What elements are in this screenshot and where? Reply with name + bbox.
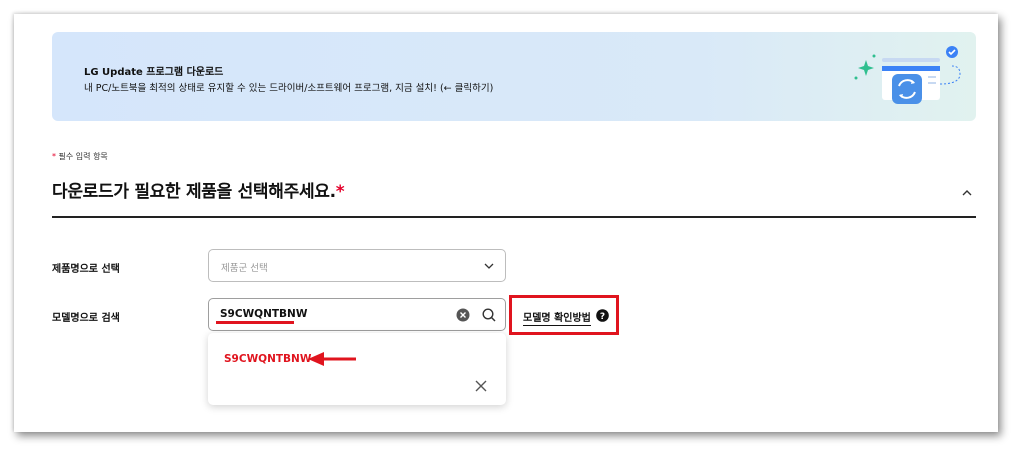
page-frame: LG Update 프로그램 다운로드 내 PC/노트북을 최적의 상태로 유지…: [14, 14, 998, 432]
model-suggestion-dropdown: S9CWQNTBNW: [208, 333, 506, 405]
section-required-mark: *: [335, 182, 345, 202]
search-icon[interactable]: [481, 307, 497, 323]
section-title-text: 다운로드가 필요한 제품을 선택해주세요.: [52, 182, 336, 202]
update-app-icon: [854, 46, 961, 104]
arrow-left-icon: [308, 352, 356, 366]
model-search-input[interactable]: S9CWQNTBNW: [208, 298, 506, 331]
section-divider: [52, 216, 976, 218]
banner-description[interactable]: 내 PC/노트북을 최적의 상태로 유지할 수 있는 드라이버/소프트웨어 프로…: [84, 80, 493, 94]
banner-title: LG Update 프로그램 다운로드: [84, 67, 224, 78]
clear-icon[interactable]: [456, 308, 470, 322]
help-icon[interactable]: ?: [596, 309, 609, 322]
howto-highlight-box: 모델명 확인방법 ?: [509, 295, 619, 335]
model-suggestion-item[interactable]: S9CWQNTBNW: [224, 353, 311, 365]
section-title: 다운로드가 필요한 제품을 선택해주세요.*: [52, 177, 345, 202]
lg-update-banner[interactable]: LG Update 프로그램 다운로드 내 PC/노트북을 최적의 상태로 유지…: [52, 32, 976, 121]
chevron-up-icon[interactable]: [960, 186, 974, 200]
svg-text:?: ?: [600, 312, 605, 322]
product-select-label: 제품명으로 선택: [52, 264, 120, 275]
model-search-label: 모델명으로 검색: [52, 313, 120, 324]
required-note: * 필수 입력 항목: [52, 151, 108, 162]
required-mark: *: [52, 152, 56, 161]
chevron-down-icon: [484, 263, 494, 269]
model-search-value: S9CWQNTBNW: [220, 308, 308, 320]
model-howto-link[interactable]: 모델명 확인방법: [523, 309, 591, 326]
product-category-select[interactable]: 제품군 선택: [208, 249, 506, 282]
close-icon[interactable]: [474, 379, 488, 393]
model-value-underline: [216, 321, 294, 324]
product-select-placeholder: 제품군 선택: [221, 263, 268, 274]
required-note-text: 필수 입력 항목: [58, 152, 108, 161]
